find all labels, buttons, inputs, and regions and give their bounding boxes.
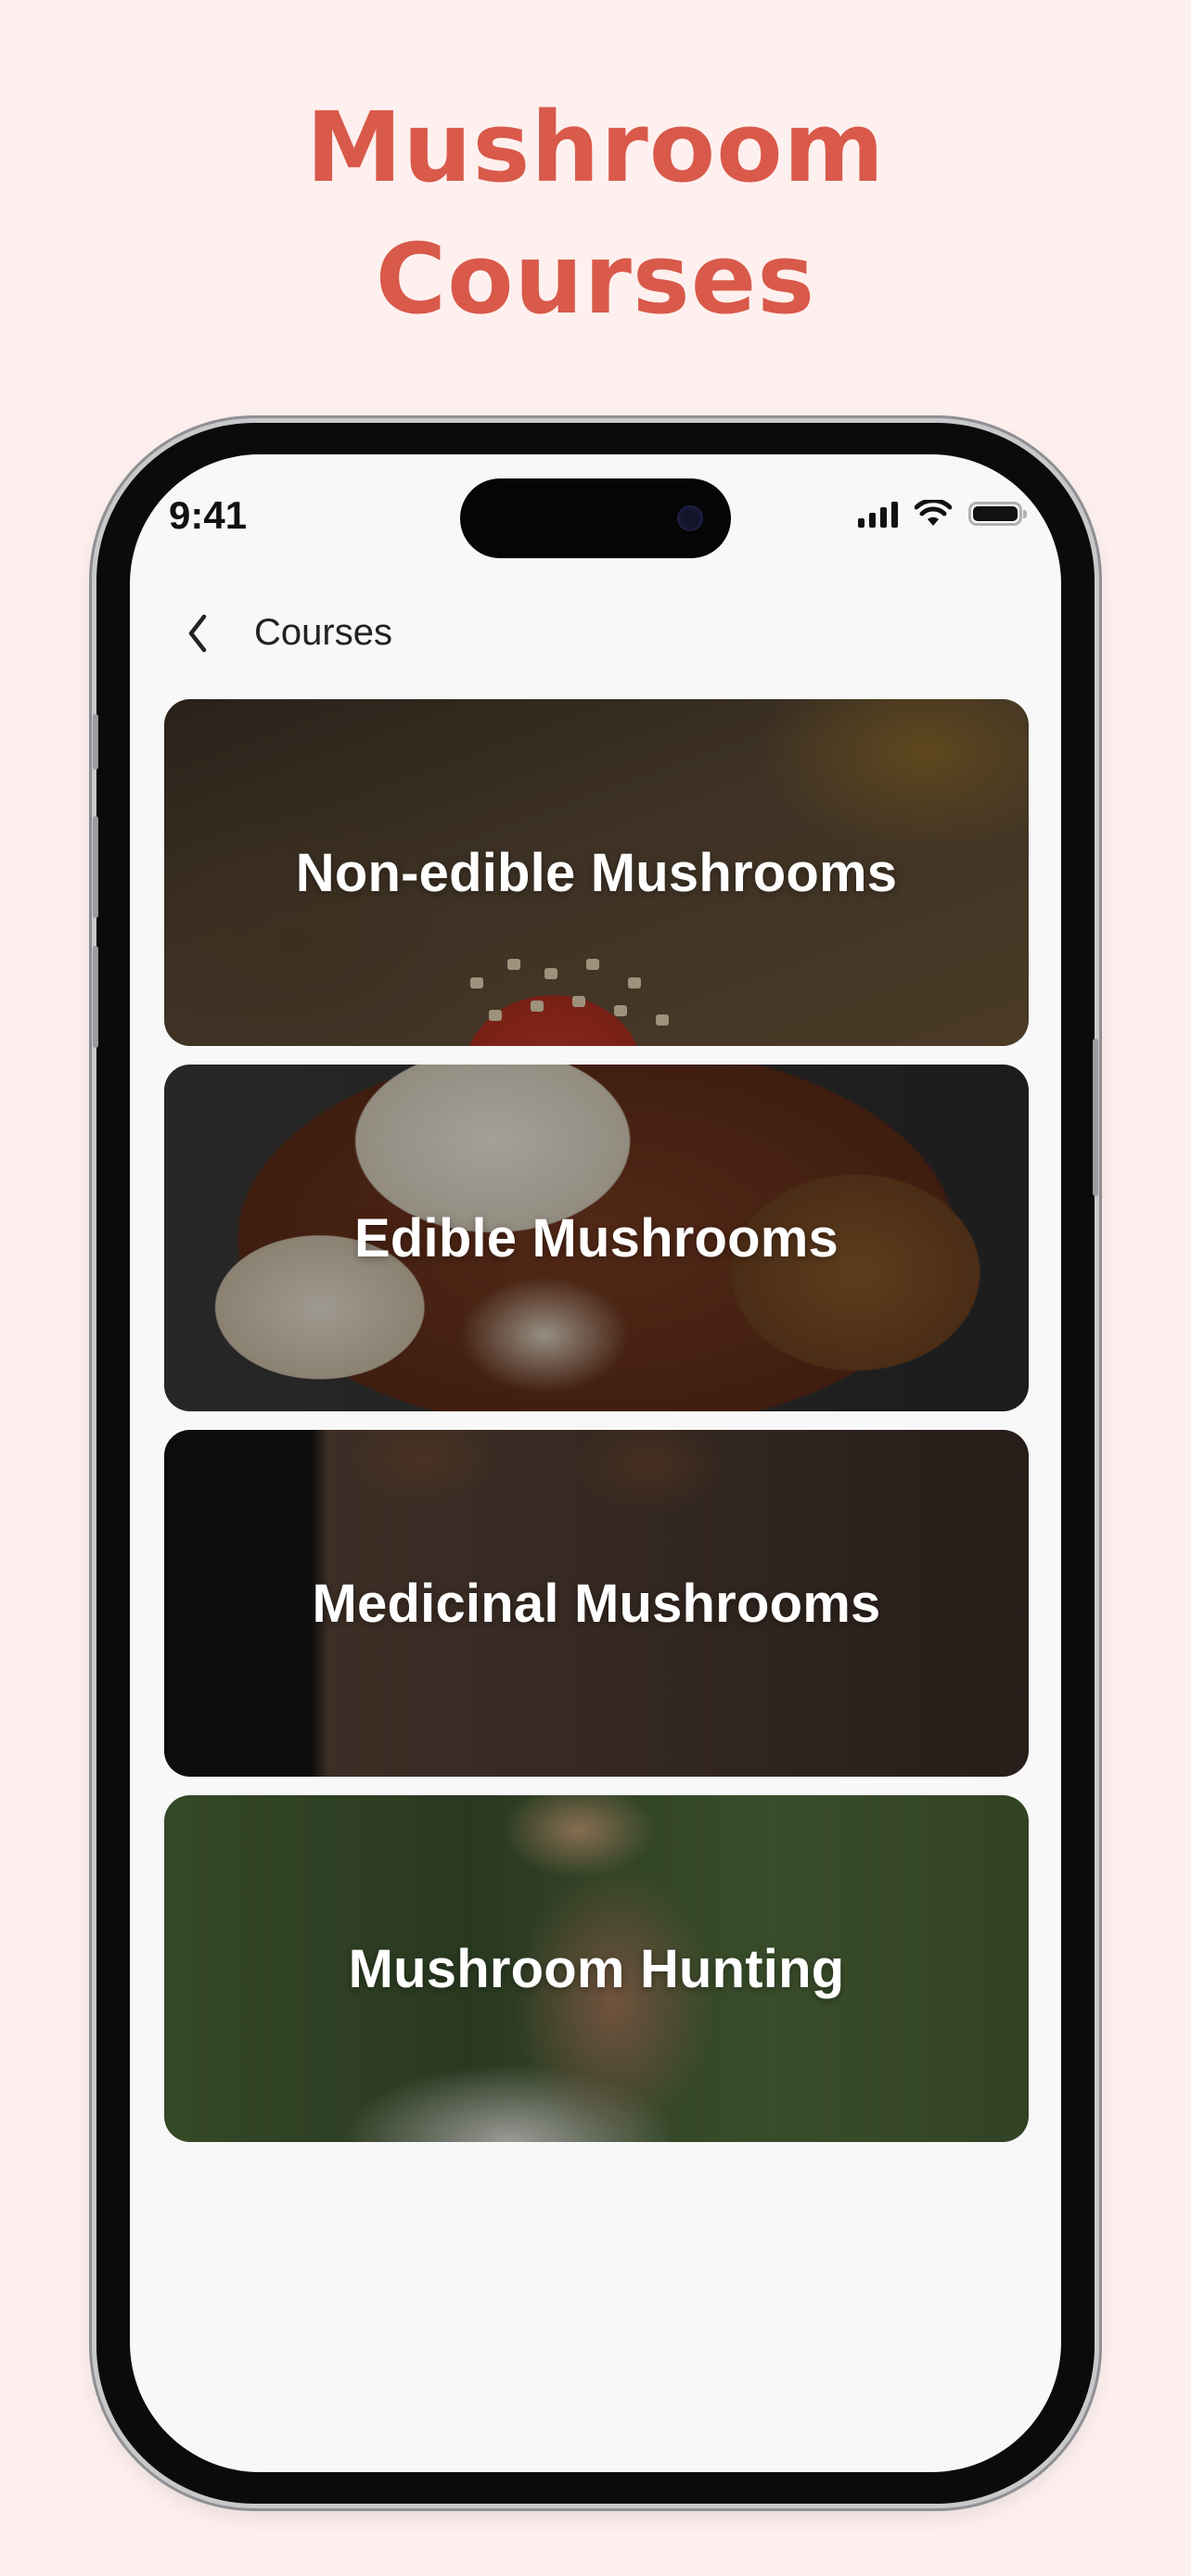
- nav-bar: Courses: [130, 584, 1061, 677]
- dynamic-island: [460, 478, 731, 558]
- wifi-icon: [915, 500, 952, 526]
- volume-up-button: [93, 816, 98, 918]
- headline-line-1: Mushroom: [305, 91, 886, 204]
- course-card-hunting[interactable]: Mushroom Hunting: [164, 1795, 1029, 2142]
- headline-line-2: Courses: [375, 223, 816, 336]
- promo-headline: Mushroom Courses: [0, 82, 1191, 345]
- course-card-edible[interactable]: Edible Mushrooms: [164, 1065, 1029, 1411]
- course-title: Medicinal Mushrooms: [312, 1573, 881, 1634]
- status-icons: [858, 495, 1027, 532]
- back-button[interactable]: [173, 608, 223, 658]
- status-time: 9:41: [169, 493, 248, 537]
- course-list: Non-edible Mushrooms Edible Mushrooms Me…: [164, 699, 1029, 2161]
- course-card-medicinal[interactable]: Medicinal Mushrooms: [164, 1430, 1029, 1777]
- battery-icon: [968, 502, 1027, 526]
- action-button: [93, 714, 98, 770]
- course-card-non-edible[interactable]: Non-edible Mushrooms: [164, 699, 1029, 1046]
- volume-down-button: [93, 946, 98, 1048]
- power-button: [1093, 1039, 1098, 1196]
- chevron-left-icon: [188, 614, 207, 653]
- phone-screen: 9:41 Courses Non-edible Mushrooms Edible…: [130, 454, 1061, 2472]
- course-title: Edible Mushrooms: [353, 1207, 839, 1269]
- course-title: Non-edible Mushrooms: [295, 842, 898, 903]
- page-title: Courses: [254, 612, 392, 653]
- front-camera: [677, 505, 703, 531]
- course-title: Mushroom Hunting: [348, 1938, 845, 1999]
- cellular-signal-icon: [858, 500, 898, 528]
